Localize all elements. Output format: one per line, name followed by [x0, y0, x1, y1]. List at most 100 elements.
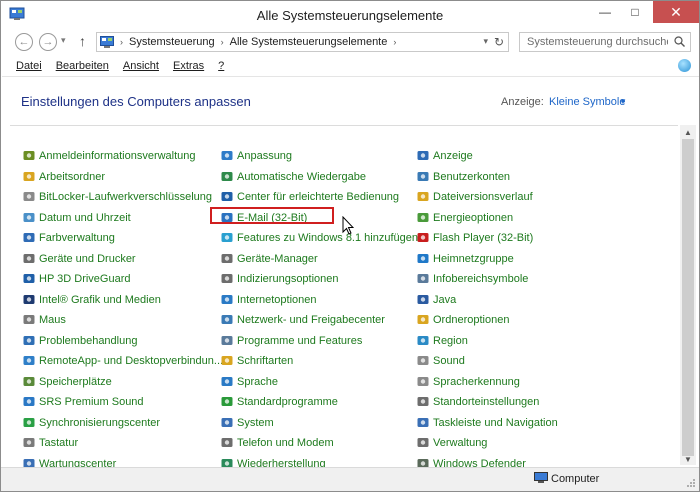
title-bar[interactable]: Alle Systemsteuerungselemente — □ ✕: [1, 1, 699, 29]
control-panel-item[interactable]: Spracherkennung: [416, 372, 558, 393]
control-panel-item-label[interactable]: Programme und Features: [237, 335, 362, 347]
control-panel-item-label[interactable]: Telefon und Modem: [237, 437, 334, 449]
vertical-scrollbar[interactable]: ▲ ▼: [680, 125, 696, 465]
control-panel-item[interactable]: Synchronisierungscenter: [22, 413, 223, 434]
control-panel-item-label[interactable]: Maus: [39, 314, 66, 326]
up-button[interactable]: ↑: [79, 33, 86, 49]
control-panel-item-label[interactable]: Flash Player (32-Bit): [433, 232, 533, 244]
control-panel-item[interactable]: Arbeitsordner: [22, 167, 223, 188]
control-panel-item-label[interactable]: Geräte und Drucker: [39, 253, 136, 265]
control-panel-item[interactable]: Programme und Features: [220, 331, 418, 352]
recent-locations-button[interactable]: ▾: [61, 35, 66, 46]
control-panel-item[interactable]: Telefon und Modem: [220, 433, 418, 454]
control-panel-item-label[interactable]: Automatische Wiedergabe: [237, 171, 366, 183]
control-panel-item[interactable]: BitLocker-Laufwerkverschlüsselung: [22, 187, 223, 208]
control-panel-item[interactable]: HP 3D DriveGuard: [22, 269, 223, 290]
breadcrumb-separator[interactable]: ›: [120, 37, 123, 47]
control-panel-item-label[interactable]: Region: [433, 335, 468, 347]
control-panel-item-label[interactable]: Standardprogramme: [237, 396, 338, 408]
control-panel-item[interactable]: Automatische Wiedergabe: [220, 167, 418, 188]
control-panel-item-label[interactable]: Schriftarten: [237, 355, 293, 367]
control-panel-item-label[interactable]: Geräte-Manager: [237, 253, 318, 265]
maximize-button[interactable]: □: [621, 1, 649, 23]
control-panel-item[interactable]: Indizierungsoptionen: [220, 269, 418, 290]
control-panel-item-label[interactable]: Datum und Uhrzeit: [39, 212, 131, 224]
search-box[interactable]: [519, 32, 691, 52]
control-panel-item[interactable]: Maus: [22, 310, 223, 331]
control-panel-item[interactable]: Tastatur: [22, 433, 223, 454]
address-dropdown-button[interactable]: ▾: [483, 36, 488, 47]
control-panel-item-label[interactable]: Arbeitsordner: [39, 171, 105, 183]
control-panel-item-label[interactable]: Benutzerkonten: [433, 171, 510, 183]
control-panel-item-label[interactable]: HP 3D DriveGuard: [39, 273, 131, 285]
menu-bearbeiten[interactable]: Bearbeiten: [56, 60, 109, 72]
control-panel-item[interactable]: SRS Premium Sound: [22, 392, 223, 413]
control-panel-item-label[interactable]: Verwaltung: [433, 437, 487, 449]
control-panel-item[interactable]: Anpassung: [220, 146, 418, 167]
scroll-up-button[interactable]: ▲: [680, 125, 696, 139]
control-panel-item-label[interactable]: Ordneroptionen: [433, 314, 509, 326]
forward-button[interactable]: →: [39, 33, 57, 51]
scroll-thumb[interactable]: [682, 139, 694, 456]
control-panel-item-label[interactable]: Java: [433, 294, 456, 306]
control-panel-item-label[interactable]: Netzwerk- und Freigabecenter: [237, 314, 385, 326]
menu-extras[interactable]: Extras: [173, 60, 204, 72]
control-panel-item-label[interactable]: Problembehandlung: [39, 335, 137, 347]
breadcrumb-all-items[interactable]: Alle Systemsteuerungselemente: [230, 36, 388, 48]
control-panel-item[interactable]: Center für erleichterte Bedienung: [220, 187, 418, 208]
control-panel-item[interactable]: Geräte und Drucker: [22, 249, 223, 270]
control-panel-item[interactable]: Internetoptionen: [220, 290, 418, 311]
resize-grip-icon[interactable]: [686, 478, 696, 488]
control-panel-item-label[interactable]: Anzeige: [433, 150, 473, 162]
control-panel-item[interactable]: Energieoptionen: [416, 208, 558, 229]
control-panel-item[interactable]: Ordneroptionen: [416, 310, 558, 331]
control-panel-item[interactable]: Farbverwaltung: [22, 228, 223, 249]
control-panel-item-label[interactable]: Infobereichsymbole: [433, 273, 528, 285]
breadcrumb-systemsteuerung[interactable]: Systemsteuerung: [129, 36, 215, 48]
control-panel-item-label[interactable]: Spracherkennung: [433, 376, 520, 388]
scroll-down-button[interactable]: ▼: [680, 453, 696, 465]
menu-ansicht[interactable]: Ansicht: [123, 60, 159, 72]
control-panel-item-label[interactable]: Tastatur: [39, 437, 78, 449]
control-panel-item[interactable]: Anzeige: [416, 146, 558, 167]
control-panel-item[interactable]: Infobereichsymbole: [416, 269, 558, 290]
control-panel-item[interactable]: Benutzerkonten: [416, 167, 558, 188]
control-panel-item[interactable]: Standardprogramme: [220, 392, 418, 413]
control-panel-item-label[interactable]: Taskleiste und Navigation: [433, 417, 558, 429]
control-panel-item-label[interactable]: Dateiversionsverlauf: [433, 191, 533, 203]
control-panel-item-label[interactable]: BitLocker-Laufwerkverschlüsselung: [39, 191, 212, 203]
control-panel-item-label[interactable]: Energieoptionen: [433, 212, 513, 224]
control-panel-item-label[interactable]: System: [237, 417, 274, 429]
control-panel-item[interactable]: System: [220, 413, 418, 434]
breadcrumb-separator[interactable]: ›: [221, 37, 224, 47]
search-icon[interactable]: [674, 36, 685, 47]
control-panel-item-label[interactable]: Speicherplätze: [39, 376, 112, 388]
control-panel-item-label[interactable]: Internetoptionen: [237, 294, 317, 306]
control-panel-item[interactable]: Datum und Uhrzeit: [22, 208, 223, 229]
view-mode-dropdown[interactable]: Kleine Symbole: [549, 96, 625, 108]
control-panel-item-label[interactable]: Anmeldeinformationsverwaltung: [39, 150, 196, 162]
close-button[interactable]: ✕: [653, 1, 699, 23]
back-button[interactable]: ←: [15, 33, 33, 51]
control-panel-item[interactable]: Standorteinstellungen: [416, 392, 558, 413]
control-panel-item-label[interactable]: Features zu Windows 8.1 hinzufügen: [237, 232, 418, 244]
control-panel-item[interactable]: Verwaltung: [416, 433, 558, 454]
control-panel-item[interactable]: Netzwerk- und Freigabecenter: [220, 310, 418, 331]
refresh-button[interactable]: ↻: [494, 35, 504, 49]
control-panel-item[interactable]: Taskleiste und Navigation: [416, 413, 558, 434]
menu-help[interactable]: ?: [218, 60, 224, 72]
control-panel-item[interactable]: Heimnetzgruppe: [416, 249, 558, 270]
control-panel-item[interactable]: Geräte-Manager: [220, 249, 418, 270]
control-panel-item[interactable]: Java: [416, 290, 558, 311]
control-panel-item[interactable]: Features zu Windows 8.1 hinzufügen: [220, 228, 418, 249]
control-panel-item[interactable]: Dateiversionsverlauf: [416, 187, 558, 208]
control-panel-item-label[interactable]: Indizierungsoptionen: [237, 273, 339, 285]
control-panel-item[interactable]: Sound: [416, 351, 558, 372]
control-panel-item[interactable]: Speicherplätze: [22, 372, 223, 393]
control-panel-item-label[interactable]: Center für erleichterte Bedienung: [237, 191, 399, 203]
control-panel-item-label[interactable]: RemoteApp- und Desktopverbindun...: [39, 355, 223, 367]
control-panel-item-label[interactable]: Intel® Grafik und Medien: [39, 294, 161, 306]
search-input[interactable]: [520, 33, 668, 51]
control-panel-item-label[interactable]: SRS Premium Sound: [39, 396, 144, 408]
control-panel-item[interactable]: Anmeldeinformationsverwaltung: [22, 146, 223, 167]
